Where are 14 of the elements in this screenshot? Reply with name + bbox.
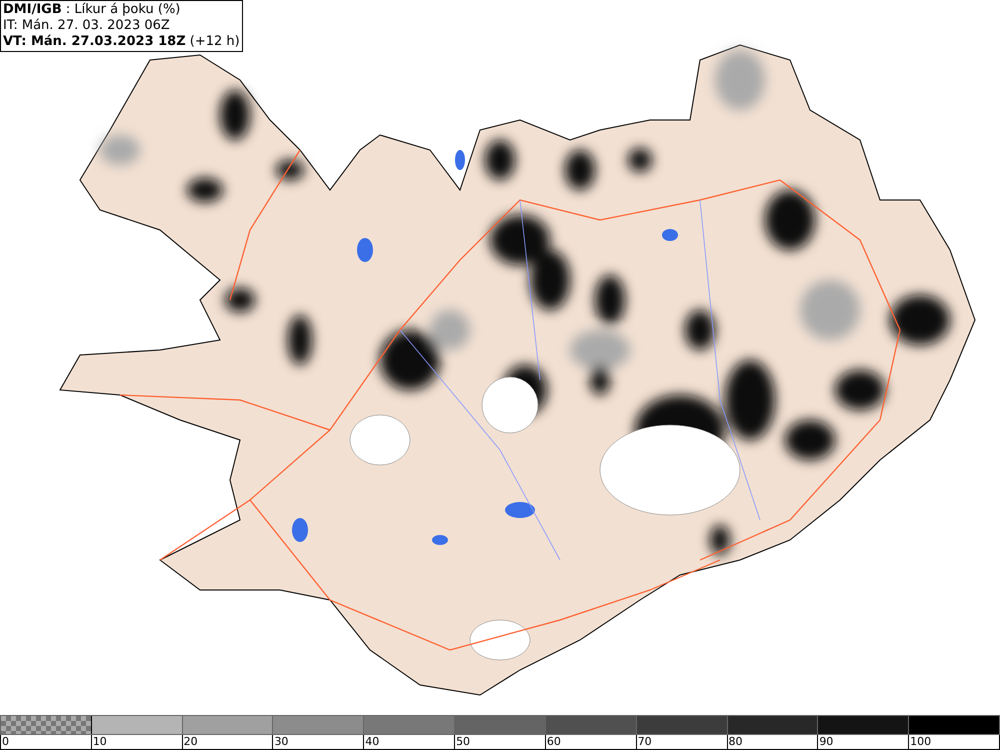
legend-tick-label: 0 — [1, 735, 9, 749]
legend-tick-label: 100 — [909, 735, 932, 749]
legend-tick-label: 10 — [92, 735, 107, 749]
legend-tick-label: 80 — [728, 735, 742, 749]
legend-tick-label: 40 — [364, 735, 380, 749]
legend-tick-label: 60 — [546, 735, 561, 749]
header-line: IT: Mán. 27. 03. 2023 06Z — [3, 18, 171, 34]
legend-tick-label: 50 — [455, 735, 470, 749]
legend-tick-label: 20 — [182, 735, 198, 749]
legend-tick-label: 30 — [273, 735, 288, 749]
legend-tick-label: 70 — [636, 735, 652, 749]
legend-tick-label: 90 — [818, 735, 834, 749]
header-line: VT: Mán. 27.03.2023 18Z (+12 h) — [3, 34, 240, 50]
header-line: DMI/IGB : Líkur á þoku (%) — [3, 2, 182, 18]
